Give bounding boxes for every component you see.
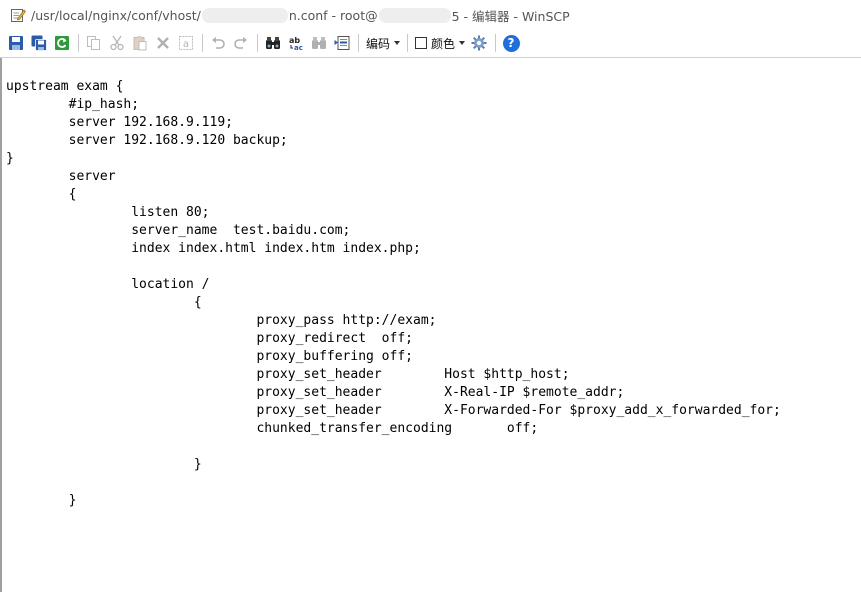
title-suffix: 5 - 编辑器 - WinSCP bbox=[451, 8, 570, 24]
code-line[interactable]: proxy_set_header X-Forwarded-For $proxy_… bbox=[6, 402, 780, 420]
toolbar-separator bbox=[407, 34, 409, 52]
redacted-filename bbox=[201, 7, 288, 23]
title-bar: /usr/local/nginx/conf/vhost/ n.conf - ro… bbox=[0, 0, 861, 30]
code-line[interactable]: } bbox=[6, 150, 781, 168]
copy-icon bbox=[87, 36, 100, 50]
code-line[interactable]: listen 80; bbox=[6, 204, 781, 222]
paste-icon bbox=[133, 36, 147, 51]
toolbar-separator bbox=[78, 34, 79, 52]
code-line[interactable]: upstream exam { bbox=[6, 78, 781, 96]
toolbar-separator bbox=[202, 34, 203, 52]
code-line[interactable]: } bbox=[6, 492, 781, 510]
encoding-label: 编码 bbox=[366, 36, 391, 51]
code-line[interactable]: { bbox=[6, 186, 781, 204]
preferences-button[interactable] bbox=[468, 32, 490, 54]
code-line[interactable]: proxy_set_header Host $http_host; bbox=[6, 366, 781, 384]
reload-button[interactable] bbox=[51, 32, 73, 54]
code-line[interactable]: } bbox=[6, 456, 781, 474]
code-line[interactable]: server 192.168.9.119; bbox=[6, 114, 781, 132]
save-all-icon bbox=[31, 35, 47, 51]
chevron-down-icon bbox=[459, 41, 466, 45]
cut-button[interactable] bbox=[106, 32, 128, 54]
code-line[interactable] bbox=[6, 474, 781, 492]
code-line[interactable]: proxy_redirect off; bbox=[6, 330, 781, 348]
editor-icon bbox=[10, 7, 26, 23]
code-line[interactable] bbox=[6, 438, 781, 456]
replace-icon: ab ac bbox=[289, 36, 303, 51]
save-all-button[interactable] bbox=[28, 32, 50, 54]
toolbar: a ab ac 编码 颜色 ? bbox=[0, 30, 861, 56]
code-line[interactable]: server_name test.baidu.com; bbox=[6, 222, 781, 240]
code-line[interactable] bbox=[6, 258, 781, 276]
gear-icon bbox=[471, 35, 487, 51]
delete-button[interactable] bbox=[152, 32, 174, 54]
paste-button[interactable] bbox=[129, 32, 151, 54]
code-line[interactable]: server 192.168.9.120 backup; bbox=[6, 132, 781, 150]
chevron-down-icon bbox=[394, 41, 401, 45]
toolbar-separator bbox=[495, 34, 497, 52]
find-button[interactable] bbox=[262, 32, 284, 54]
code-line[interactable]: index index.html index.htm index.php; bbox=[6, 240, 781, 258]
toolbar-separator bbox=[257, 34, 258, 52]
color-dropdown[interactable]: 颜色 bbox=[412, 32, 468, 54]
replace-button[interactable]: ab ac bbox=[285, 32, 307, 54]
goto-line-button[interactable] bbox=[331, 32, 353, 54]
code-line[interactable]: #ip_hash; bbox=[6, 96, 781, 114]
undo-button[interactable] bbox=[207, 32, 229, 54]
toolbar-separator bbox=[358, 34, 359, 52]
svg-text:ac: ac bbox=[294, 44, 303, 51]
code-line[interactable]: server bbox=[6, 168, 781, 186]
undo-icon bbox=[212, 37, 225, 49]
copy-button[interactable] bbox=[83, 32, 105, 54]
redo-icon bbox=[234, 37, 247, 49]
find-icon bbox=[266, 37, 280, 49]
title-path-end: n.conf - root@ bbox=[288, 7, 378, 23]
redo-button[interactable] bbox=[230, 32, 252, 54]
select-all-icon: a bbox=[179, 36, 193, 50]
code-line[interactable]: location / bbox=[6, 276, 781, 294]
svg-text:a: a bbox=[183, 39, 189, 50]
select-all-button[interactable]: a bbox=[175, 32, 197, 54]
redacted-host bbox=[378, 7, 451, 23]
help-icon: ? bbox=[502, 34, 520, 52]
find-next-button[interactable] bbox=[308, 32, 330, 54]
code-line[interactable]: proxy_set_header X-Real-IP $remote_addr; bbox=[6, 384, 781, 402]
window-title: /usr/local/nginx/conf/vhost/ n.conf - ro… bbox=[31, 6, 570, 25]
color-checkbox-icon bbox=[415, 37, 428, 49]
code-line[interactable]: proxy_buffering off; bbox=[6, 348, 781, 366]
code-line[interactable]: proxy_pass http://exam; bbox=[6, 312, 781, 330]
find-next-icon bbox=[312, 37, 326, 49]
editor-left-border bbox=[0, 58, 2, 592]
help-button[interactable]: ? bbox=[500, 32, 522, 54]
save-button[interactable] bbox=[5, 32, 27, 54]
title-path-start: /usr/local/nginx/conf/vhost/ bbox=[31, 7, 201, 23]
goto-line-icon bbox=[334, 36, 350, 50]
cut-icon bbox=[110, 35, 124, 51]
code-text[interactable]: upstream exam { #ip_hash; server 192.168… bbox=[6, 78, 781, 510]
code-line[interactable]: { bbox=[6, 294, 781, 312]
delete-icon bbox=[157, 37, 169, 49]
code-line[interactable]: chunked_transfer_encoding off; bbox=[6, 420, 781, 438]
reload-icon bbox=[55, 36, 69, 50]
save-icon bbox=[9, 36, 23, 50]
color-label: 颜色 bbox=[431, 36, 456, 51]
encoding-dropdown[interactable]: 编码 bbox=[363, 32, 403, 54]
